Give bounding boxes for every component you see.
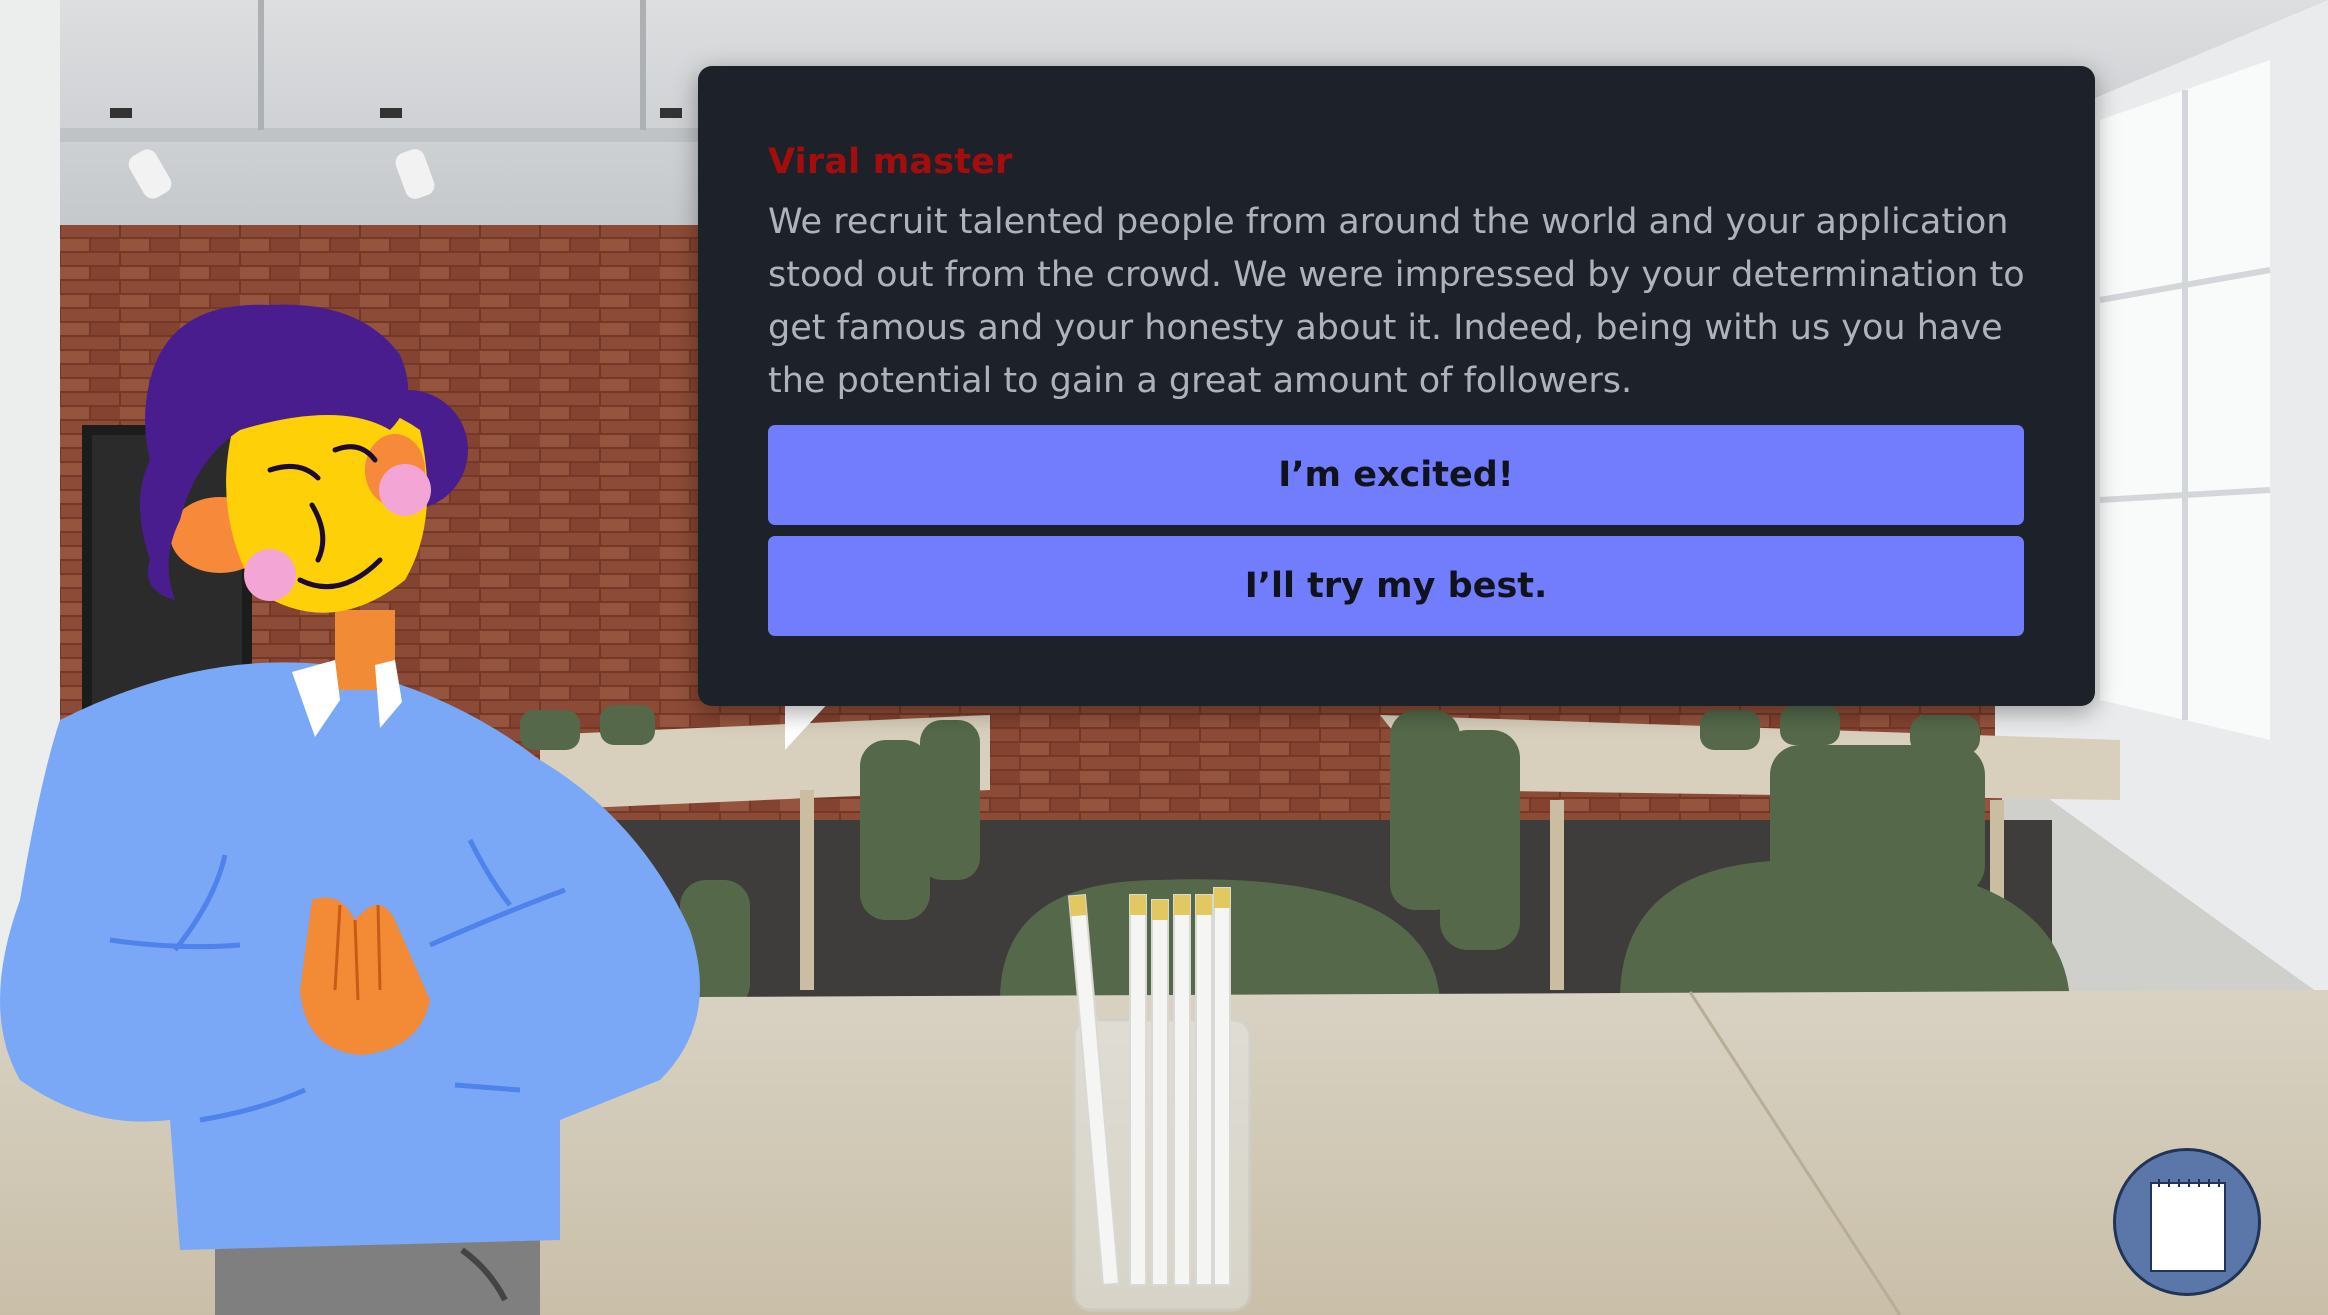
choice-button-try-best[interactable]: I’ll try my best.	[768, 536, 2024, 636]
dialog-box: Viral master We recruit talented people …	[698, 66, 2095, 706]
notebook-button[interactable]	[2113, 1148, 2261, 1296]
speaker-name: Viral master	[768, 142, 1013, 182]
dialog-message: We recruit talented people from around t…	[768, 202, 2025, 401]
dialog-tail	[785, 700, 831, 750]
choice-button-excited[interactable]: I’m excited!	[768, 425, 2024, 525]
notebook-icon	[2150, 1179, 2226, 1272]
